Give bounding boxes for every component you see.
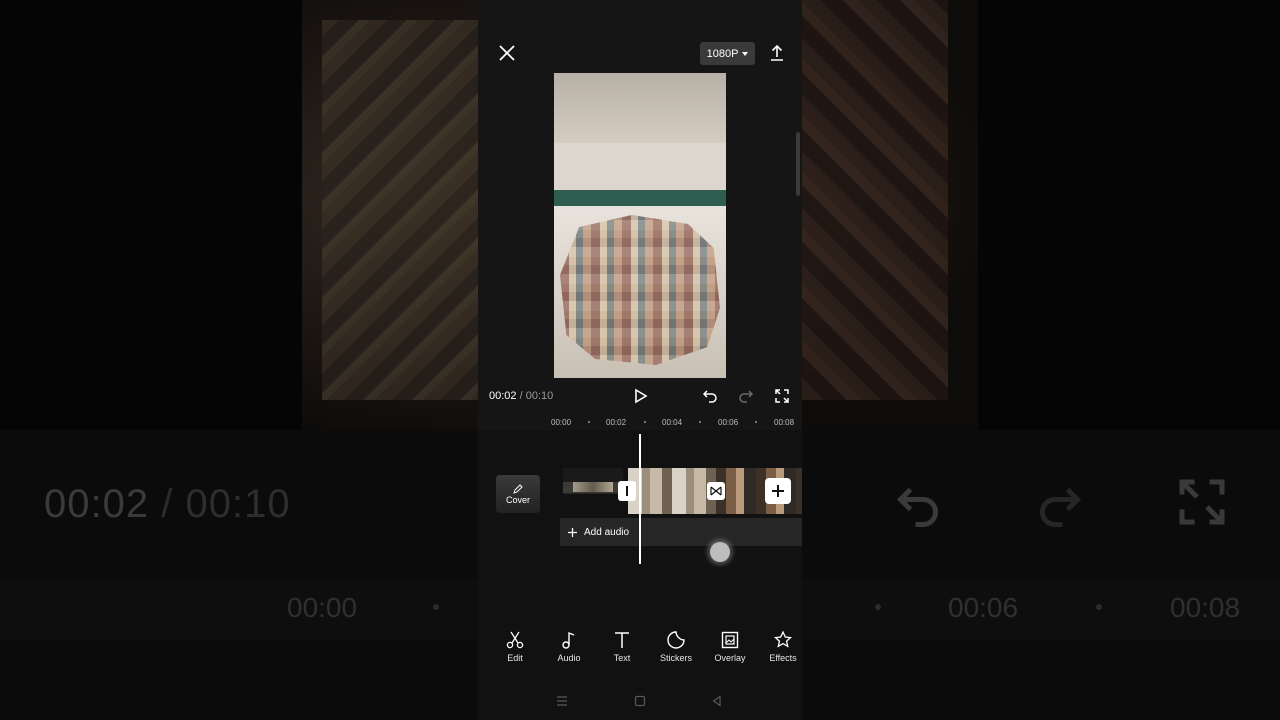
close-button[interactable] [496,42,518,64]
toolbar-label: Effects [769,653,797,663]
preview-ceiling [554,73,726,143]
playback-time: 00:02 / 00:10 [489,390,553,402]
time-separator: / [519,390,523,402]
menu-icon[interactable] [555,694,569,708]
music-note-icon [562,631,575,649]
background-time-display: 00:02 / 00:10 [44,482,291,527]
upload-icon [771,44,783,61]
ruler-dot [699,421,701,423]
fullscreen-icon [775,389,789,403]
toolbar-label: Text [613,653,631,663]
play-button[interactable] [629,385,651,407]
background-ruler-dot [875,604,881,610]
caret-down-icon [742,51,749,56]
plus-icon [772,485,784,497]
sparkle-star-icon [773,630,793,648]
home-square-icon[interactable] [633,694,647,708]
background-ruler-label: 00:08 [1170,592,1241,623]
overlay-icon [721,631,739,649]
cover-label: Cover [505,494,530,505]
background-time-separator: / [161,482,174,526]
ruler-dot [644,421,646,423]
total-time: 00:10 [525,390,554,402]
preview-poster-collage [560,215,720,365]
preview-wall [554,143,726,190]
video-clip-1[interactable] [563,468,623,514]
plus-icon [568,527,577,537]
pencil-icon [513,483,523,494]
transition-icon [710,486,722,496]
sticker-icon [667,631,685,649]
background-ruler-dot [1096,604,1102,610]
trim-handle-grip [626,486,628,496]
toolbar-label: Overlay [714,653,746,663]
video-preview[interactable] [554,73,726,378]
toolbar-stickers[interactable]: Stickers [649,630,703,663]
toolbar-audio[interactable]: Audio [542,630,596,663]
background-ruler-dot [433,604,439,610]
back-triangle-icon[interactable] [710,694,724,708]
transition-button[interactable] [707,482,725,500]
ruler-label: 00:04 [662,418,683,427]
ruler-label: 00:06 [718,418,739,427]
playhead[interactable] [639,434,641,564]
toolbar-label: Audio [557,653,581,663]
toolbar-label: Stickers [659,653,692,663]
ruler-label: 00:08 [774,418,795,427]
background-fullscreen-icon [1179,479,1225,525]
video-editor-screen: 1080P 00:02 / 00:10 00:00 00:02 00:04 00… [478,0,802,720]
export-button[interactable] [766,42,788,64]
resolution-selector[interactable]: 1080P [700,42,755,65]
clip-trim-handle[interactable] [618,481,636,501]
scissors-icon [506,631,524,649]
touch-indicator [710,542,730,562]
fullscreen-button[interactable] [771,385,793,407]
background-redo-icon [1040,487,1082,527]
scrollbar[interactable] [796,132,800,196]
redo-icon [739,390,754,403]
ruler-label: 00:00 [551,418,572,427]
video-clip-2[interactable] [628,468,716,514]
background-current-time: 00:02 [44,482,150,526]
toolbar-effects[interactable]: Effects [756,630,802,663]
cover-button[interactable]: Cover [496,475,540,513]
ruler-dot [588,421,590,423]
toolbar-edit[interactable]: Edit [488,630,542,663]
resolution-label: 1080P [706,47,739,60]
close-icon [499,45,515,61]
add-audio-label: Add audio [584,526,630,538]
toolbar-label: Edit [507,653,523,663]
current-time: 00:02 [489,390,517,402]
ruler-dot [755,421,757,423]
play-icon [635,388,648,404]
redo-button[interactable] [735,385,757,407]
add-clip-button[interactable] [765,478,791,504]
background-total-time: 00:10 [185,482,291,526]
preview-green-stripe [554,190,726,206]
background-ruler-label: 00:00 [287,592,358,623]
undo-button[interactable] [699,385,721,407]
toolbar-text[interactable]: Text [595,630,649,663]
add-audio-button[interactable]: Add audio [560,518,802,546]
text-icon [615,632,629,648]
undo-icon [702,390,717,403]
toolbar-overlay[interactable]: Overlay [703,630,757,663]
ruler-label: 00:02 [606,418,627,427]
background-undo-icon [896,487,938,527]
background-ruler-label: 00:06 [948,592,1019,623]
